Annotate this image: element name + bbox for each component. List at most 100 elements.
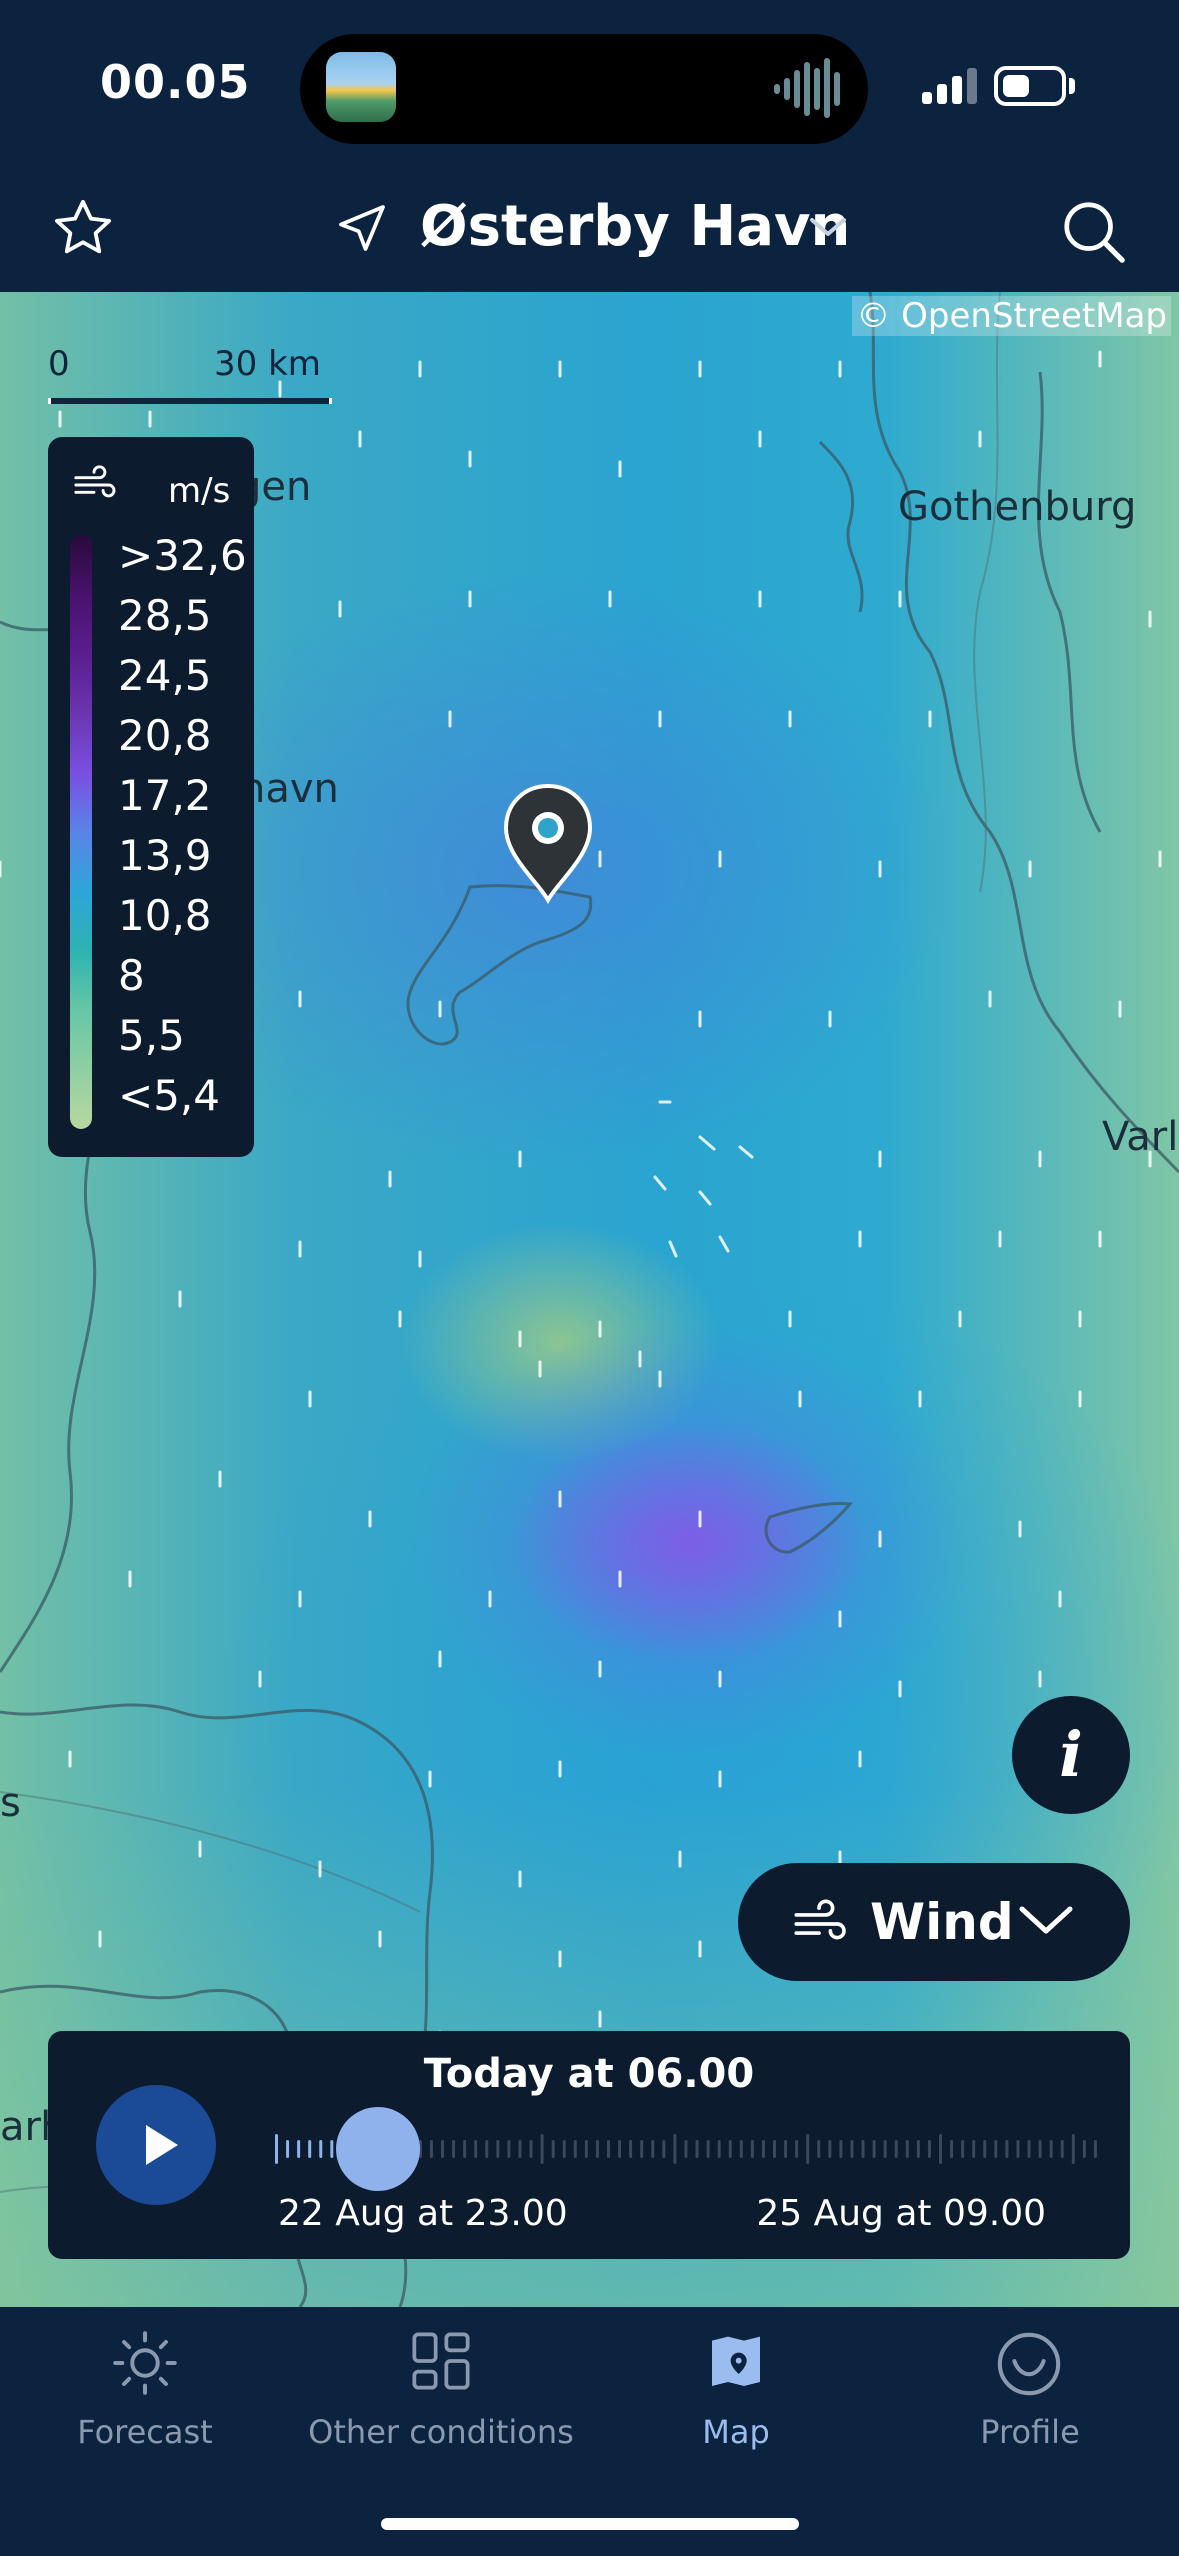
timeline-tick — [939, 2134, 942, 2164]
timeline-tick — [1005, 2140, 1009, 2158]
timeline-tick — [795, 2140, 799, 2158]
place-label-varl: Varl — [1102, 1114, 1179, 1160]
tab-other-conditions[interactable]: Other conditions — [300, 2307, 582, 2507]
place-label-gothenburg: Gothenburg — [898, 484, 1137, 530]
timeline-tick — [839, 2140, 843, 2158]
timeline-tick — [673, 2134, 677, 2164]
timeline-tick — [1060, 2140, 1064, 2158]
timeline-tick — [1093, 2140, 1097, 2158]
timeline-tick — [828, 2140, 832, 2158]
timeline-tick — [817, 2140, 821, 2158]
timeline-panel: Today at 06.00 22 Aug at 23.00 25 Aug at… — [48, 2031, 1130, 2259]
timeline-tick — [983, 2140, 987, 2158]
timeline-tick — [806, 2134, 810, 2164]
layer-select-button[interactable]: Wind — [738, 1863, 1130, 1981]
app-thumbnail-icon — [326, 52, 396, 122]
timeline-tick — [773, 2140, 776, 2158]
place-label-havn: havn — [240, 766, 339, 812]
tab-forecast[interactable]: Forecast — [45, 2307, 245, 2507]
timeline-tick — [1027, 2140, 1031, 2158]
timeline-tick — [927, 2140, 931, 2158]
timeline-tick — [1038, 2140, 1042, 2158]
location-arrow-icon[interactable] — [334, 200, 390, 256]
smile-icon — [997, 2332, 1061, 2396]
timeline-tick — [551, 2140, 555, 2158]
timeline-tick — [662, 2140, 666, 2158]
timeline-tick — [330, 2140, 334, 2158]
timeline-tick — [452, 2140, 456, 2158]
timeline-tick — [883, 2140, 887, 2158]
timeline-tick — [1082, 2140, 1086, 2158]
timeline-tick — [618, 2140, 622, 2158]
legend-value: 5,5 — [118, 1011, 185, 1060]
legend-value: 28,5 — [118, 591, 212, 640]
battery-tip — [1069, 78, 1075, 94]
play-icon — [146, 2125, 178, 2165]
timeline-tick — [739, 2140, 743, 2158]
map-attribution[interactable]: © OpenStreetMap — [852, 296, 1171, 336]
timeline-tick — [950, 2140, 954, 2158]
tab-label: Forecast — [77, 2413, 213, 2451]
chevron-down-icon[interactable] — [808, 216, 848, 240]
legend-value: 13,9 — [118, 831, 212, 880]
timeline-tick — [629, 2140, 633, 2158]
timeline-tick — [684, 2140, 688, 2158]
place-label-s: s — [0, 1780, 21, 1826]
timeline-tick — [529, 2140, 533, 2158]
home-indicator — [381, 2518, 799, 2530]
cellular-signal-icon — [922, 68, 977, 104]
timeline-tick — [861, 2140, 865, 2158]
chevron-down-icon — [1019, 1906, 1073, 1934]
tab-profile[interactable]: Profile — [930, 2307, 1130, 2507]
grid-icon — [412, 2332, 470, 2390]
legend-value: 17,2 — [118, 771, 212, 820]
timeline-tick — [507, 2140, 511, 2158]
map-scale-bar — [48, 398, 332, 404]
timeline-tick — [540, 2134, 544, 2164]
timeline-tick — [573, 2140, 577, 2158]
timeline-tick — [850, 2140, 854, 2158]
timeline-tick — [1071, 2134, 1075, 2164]
timeline-current-time: Today at 06.00 — [423, 2051, 755, 2097]
timeline-tick — [518, 2140, 522, 2158]
timeline-tick — [496, 2140, 500, 2158]
timeline-tick — [441, 2140, 444, 2158]
sun-icon — [113, 2331, 177, 2395]
timeline-tick — [916, 2140, 920, 2158]
timeline-tick — [905, 2140, 909, 2158]
timeline-tick — [1016, 2140, 1020, 2158]
favorite-star-icon[interactable] — [50, 195, 116, 261]
timeline-start-label: 22 Aug at 23.00 — [278, 2193, 568, 2234]
location-pin-icon[interactable] — [500, 782, 596, 906]
tab-map[interactable]: Map — [636, 2307, 836, 2507]
audio-wave-icon — [774, 58, 840, 118]
info-button[interactable]: i — [1012, 1696, 1130, 1814]
wind-icon — [74, 465, 116, 498]
timeline-tick — [706, 2140, 710, 2158]
timeline-tick — [429, 2140, 433, 2158]
timeline-tick — [286, 2140, 290, 2158]
timeline-tick — [717, 2140, 721, 2158]
layer-select-label: Wind — [870, 1893, 1014, 1951]
timeline-tick — [961, 2140, 965, 2158]
legend-color-bar — [70, 535, 92, 1129]
tab-label: Map — [702, 2413, 770, 2451]
timeline-tick — [728, 2140, 732, 2158]
legend-value: 20,8 — [118, 711, 212, 760]
search-icon[interactable] — [1058, 196, 1128, 266]
timeline-tick — [1049, 2140, 1053, 2158]
play-button[interactable] — [96, 2085, 216, 2205]
timeline-slider-handle[interactable] — [336, 2107, 420, 2191]
timeline-tick — [308, 2140, 312, 2158]
timeline-tick — [695, 2140, 699, 2158]
timeline-tick — [319, 2140, 323, 2158]
scale-zero-label: 0 — [48, 344, 70, 384]
legend-value: <5,4 — [118, 1071, 220, 1120]
timeline-tick — [872, 2140, 876, 2158]
timeline-tick — [584, 2140, 588, 2158]
wind-icon — [794, 1899, 846, 1940]
map-icon — [712, 2336, 760, 2386]
timeline-tick — [994, 2140, 998, 2158]
legend-unit: m/s — [168, 471, 231, 511]
location-title[interactable]: Østerby Havn — [420, 194, 850, 259]
